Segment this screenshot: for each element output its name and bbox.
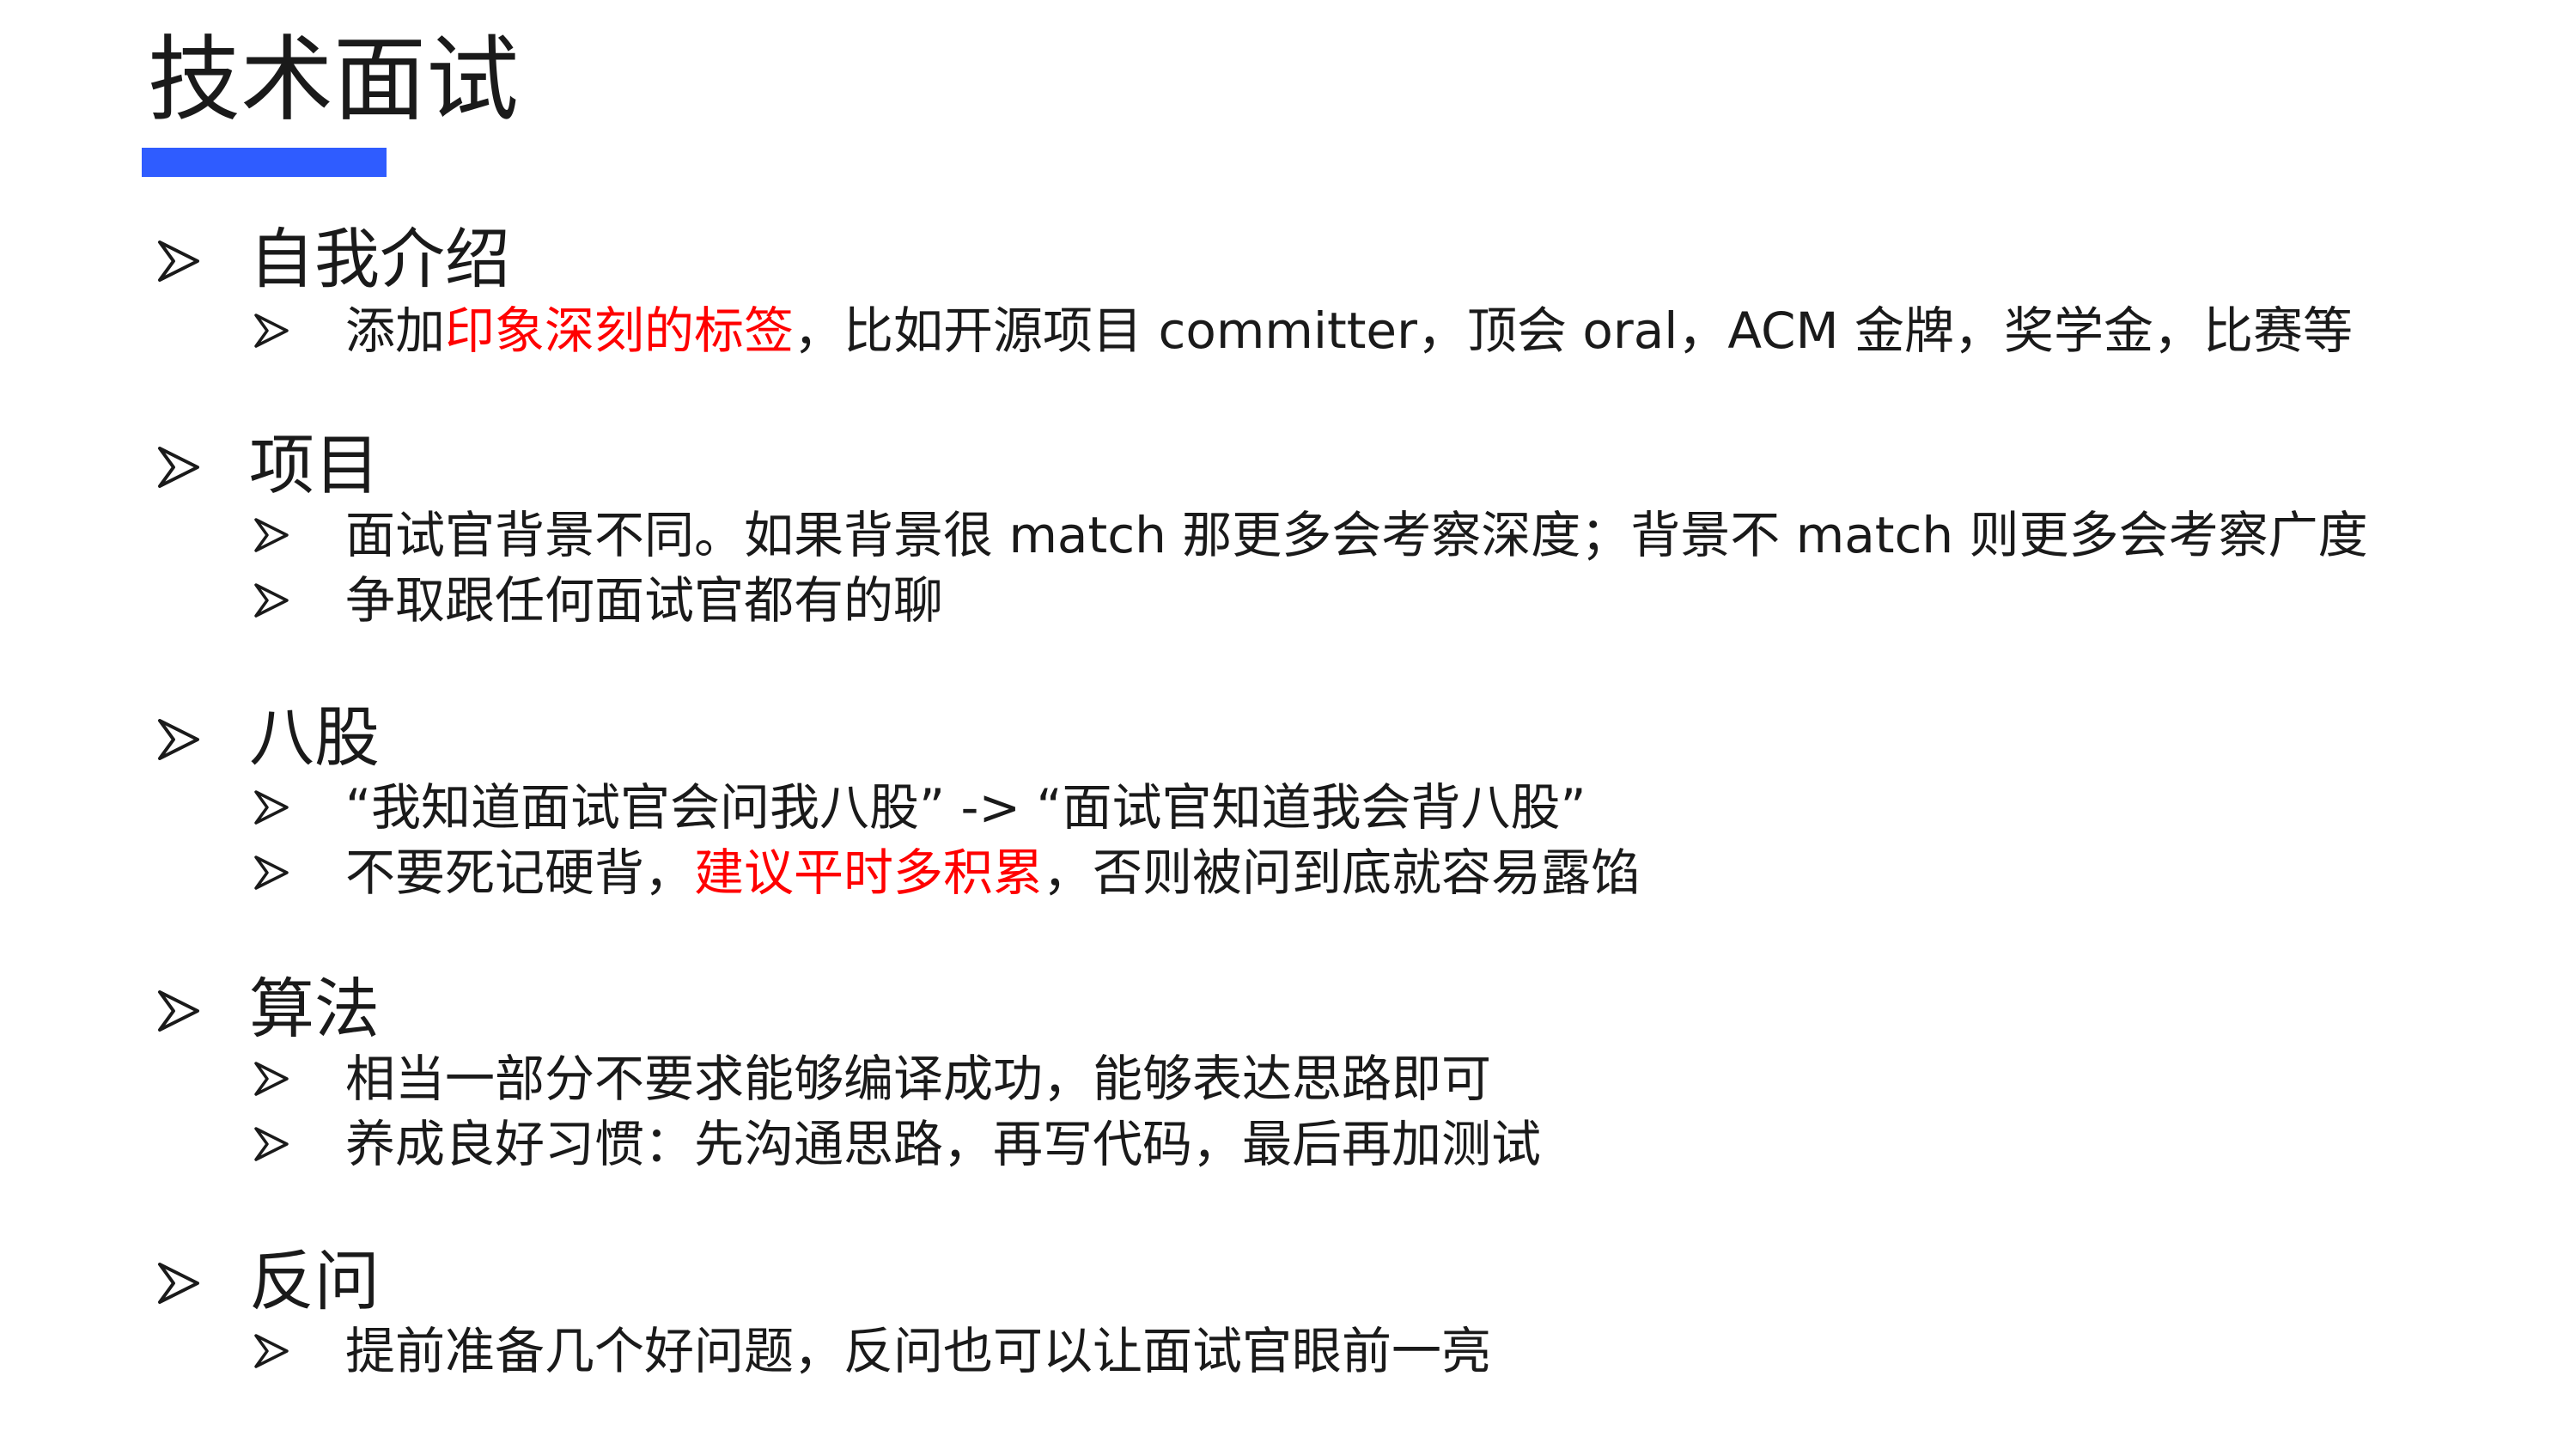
arrowhead-bullet-icon [254,518,289,552]
arrowhead-bullet-icon [254,583,289,618]
arrowhead-bullet-icon [254,790,289,825]
text-segment: 添加 [345,301,446,360]
section-label: 算法 [249,971,380,1047]
arrowhead-bullet-icon [254,855,289,890]
list-item-text: 相当一部分不要求能够编译成功，能够表达思路即可 [345,1050,1492,1108]
arrowhead-bullet-icon [158,240,199,282]
arrowhead-bullet-icon [158,990,199,1032]
arrowhead-bullet-icon [254,1334,289,1368]
arrowhead-bullet-icon [158,719,199,760]
list-item-text: 提前准备几个好问题，反问也可以让面试官眼前一亮 [345,1322,1492,1380]
arrowhead-bullet-icon [158,1263,199,1304]
text-segment: 不要死记硬背， [345,843,695,902]
section-label: 八股 [249,699,380,776]
list-item-text: “我知道面试官会问我八股” -> “面试官知道我会背八股” [345,778,1586,837]
highlighted-text: 印象深刻的标签 [445,301,795,360]
list-item-text: 争取跟任何面试官都有的聊 [345,571,944,630]
list-item-text: 养成良好习惯：先沟通思路，再写代码，最后再加测试 [345,1115,1542,1173]
section-label: 反问 [249,1243,380,1319]
title-underline-bar [142,148,387,177]
list-item-text: 添加印象深刻的标签，比如开源项目 committer，顶会 oral，ACM 金… [345,299,2353,362]
arrowhead-bullet-icon [254,314,289,348]
arrowhead-bullet-icon [158,447,199,488]
section-label: 自我介绍 [249,221,510,297]
text-segment: ，比如开源项目 committer，顶会 oral，ACM 金牌，奖学金，比赛等 [794,301,2354,360]
list-item-text: 面试官背景不同。如果背景很 match 那更多会考察深度；背景不 match 则… [345,506,2368,564]
section-label: 项目 [249,427,380,503]
arrowhead-bullet-icon [254,1127,289,1161]
slide: 技术面试 自我介绍 添加印象深刻的标签，比如开源项目 committer，顶会 … [0,0,2576,1449]
arrowhead-bullet-icon [254,1062,289,1096]
highlighted-text: 建议平时多积累 [694,843,1044,902]
slide-title: 技术面试 [148,27,520,134]
text-segment: ，否则被问到底就容易露馅 [1043,843,1641,902]
list-item-text: 不要死记硬背，建议平时多积累，否则被问到底就容易露馅 [345,841,1641,904]
